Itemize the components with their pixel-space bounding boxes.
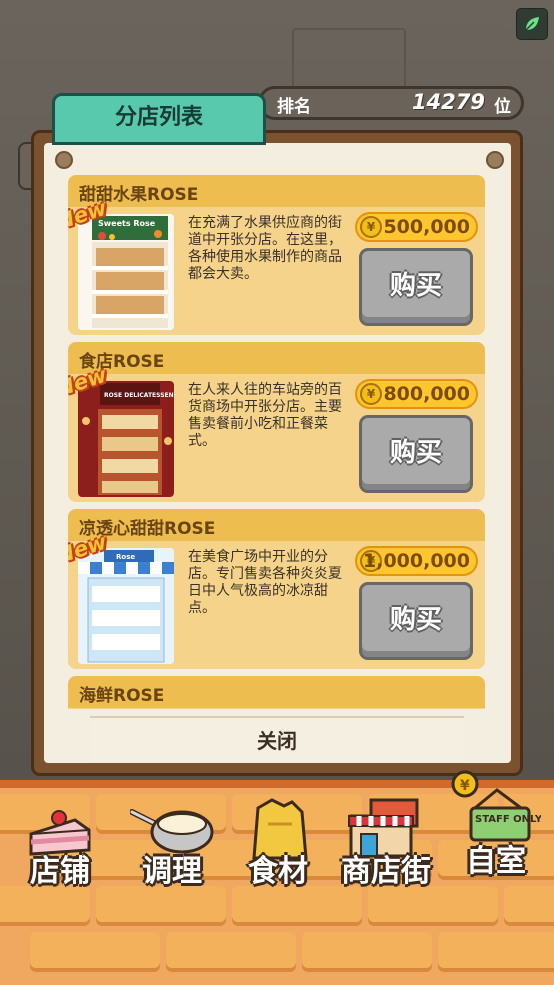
branch-item-header: 凉透心甜甜ROSE [68, 509, 485, 541]
coin-symbol: ¥ [460, 778, 470, 794]
brick [302, 932, 432, 972]
branch-list[interactable]: 甜甜水果ROSE Sweets Rose New 在充满了水果供应商的街道中开张… [68, 175, 486, 709]
staff-room-icon: ¥ STAFF ONLY [451, 770, 541, 842]
nav-label: 店铺 [30, 854, 90, 889]
price-value: 1,000,000 [363, 550, 470, 572]
background-sign [292, 28, 406, 92]
pin-right [486, 151, 504, 169]
close-label: 关闭 [257, 729, 297, 753]
branch-description: 在人来人往的车站旁的百货商场中开张分店。主要售卖餐前小吃和正餐菜式。 [188, 382, 342, 449]
leaf-icon [525, 17, 539, 31]
rank-unit: 位 [494, 97, 511, 117]
brick [0, 886, 90, 926]
rank-label: 排名 [277, 97, 311, 117]
buy-button[interactable]: 购买 [359, 582, 473, 660]
nav-ingredients[interactable]: 食材 [232, 780, 324, 890]
price-pill: ¥ 500,000 [355, 212, 478, 242]
branch-item-seafood: 海鲜ROSE [68, 676, 485, 709]
nav-shop[interactable]: 店铺 [14, 780, 106, 890]
nav-label: 食材 [248, 854, 308, 889]
nav-shop-street[interactable]: 商店街 [332, 780, 440, 890]
branch-item-header: 海鲜ROSE [68, 676, 485, 708]
price-pill: ¥ 800,000 [355, 379, 478, 409]
pin-left [55, 151, 73, 169]
nav-label: 自室 [466, 844, 526, 879]
price-pill: ¥ 1,000,000 [355, 546, 478, 576]
branch-item-header: 食店ROSE [68, 342, 485, 374]
brick [96, 886, 226, 926]
price-value: 500,000 [383, 216, 470, 238]
shop-thumbnail: Sweets Rose [78, 214, 174, 330]
thumb-sign-text: Rose [116, 553, 135, 561]
brick [438, 932, 554, 972]
buy-button[interactable]: 购买 [359, 248, 473, 326]
buy-button[interactable]: 购买 [359, 415, 473, 493]
nav-label: 商店街 [341, 854, 431, 889]
brick [30, 932, 160, 972]
shop-thumbnail: Rose [78, 548, 174, 664]
branch-item-fruit: 甜甜水果ROSE Sweets Rose New 在充满了水果供应商的街道中开张… [68, 175, 485, 335]
staff-sign-text: STAFF ONLY [475, 814, 541, 825]
branch-item-cool-sweets: 凉透心甜甜ROSE Rose New 在美食广场中开业的分店。专门售卖各种炎炎夏… [68, 509, 485, 669]
rank-bar: 排名 14279 位 [258, 86, 524, 120]
thumb-sign-text: ROSE DELICATESSEN [104, 392, 174, 399]
branch-description: 在充满了水果供应商的街道中开张分店。在这里，各种使用水果制作的商品都会大卖。 [188, 215, 342, 282]
shop-thumbnail: ROSE DELICATESSEN [78, 381, 174, 497]
brick [166, 932, 296, 972]
nav-label: 调理 [142, 854, 202, 889]
tab-branch-list[interactable]: 分店列表 [52, 93, 266, 145]
nav-staff-room[interactable]: ¥ STAFF ONLY 自室 [448, 770, 544, 880]
coin-icon: ¥ [360, 383, 382, 405]
branch-item-header: 甜甜水果ROSE [68, 175, 485, 207]
bottom-nav: 店铺 调理 食材 商店街 ¥ STAFF ONLY 自室 [0, 770, 554, 985]
branch-name: 海鲜ROSE [79, 686, 165, 706]
branch-description: 在美食广场中开业的分店。专门售卖各种炎炎夏日中人气极高的冰凉甜点。 [188, 549, 342, 616]
brick [504, 886, 554, 926]
brick [368, 886, 498, 926]
thumb-sign-text: Sweets Rose [98, 219, 156, 228]
branch-item-deli: 食店ROSE ROSE DELICATESSEN New 在人来人往的车站旁的百… [68, 342, 485, 502]
rank-value: 14279 [411, 90, 485, 114]
leaf-menu-button[interactable] [516, 8, 548, 40]
nav-cooking[interactable]: 调理 [126, 780, 218, 890]
coin-icon: ¥ [360, 216, 382, 238]
brick [232, 886, 362, 926]
close-button[interactable]: 关闭 [90, 716, 464, 762]
price-value: 800,000 [383, 383, 470, 405]
